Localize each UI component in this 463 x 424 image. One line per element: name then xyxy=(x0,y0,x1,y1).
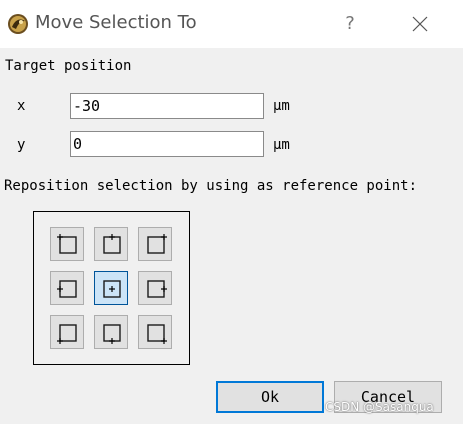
title-bar: Move Selection To ? xyxy=(0,0,463,48)
x-field[interactable] xyxy=(70,93,264,119)
anchor-square-icon xyxy=(147,324,167,344)
anchor-square-icon xyxy=(57,324,77,344)
anchor-square-icon xyxy=(147,234,167,254)
reference-point-grid xyxy=(33,211,190,365)
x-label: x xyxy=(17,98,26,114)
watermark: CSDN @Sasanqua xyxy=(325,400,434,414)
app-logo-icon xyxy=(8,14,28,34)
y-label: y xyxy=(17,137,26,153)
ref-point-top-right[interactable] xyxy=(138,227,172,261)
ref-point-top-center[interactable] xyxy=(94,227,128,261)
ref-point-middle-right[interactable] xyxy=(138,271,172,305)
ref-point-bottom-right[interactable] xyxy=(138,315,172,349)
anchor-square-icon xyxy=(57,234,77,254)
x-unit: µm xyxy=(273,98,290,114)
y-unit: µm xyxy=(273,137,290,153)
y-field[interactable] xyxy=(70,131,264,157)
target-position-heading: Target position xyxy=(5,58,132,74)
anchor-square-icon xyxy=(103,280,121,298)
ref-point-center[interactable] xyxy=(94,271,128,305)
ref-point-bottom-left[interactable] xyxy=(50,315,84,349)
anchor-square-icon xyxy=(103,324,121,344)
close-icon xyxy=(412,16,428,32)
help-button[interactable]: ? xyxy=(333,10,367,38)
reference-point-heading: Reposition selection by using as referen… xyxy=(4,178,418,194)
anchor-square-icon xyxy=(103,234,121,254)
ref-point-top-left[interactable] xyxy=(50,227,84,261)
close-button[interactable] xyxy=(400,10,440,38)
ref-point-bottom-center[interactable] xyxy=(94,315,128,349)
anchor-square-icon xyxy=(57,280,77,298)
ref-point-middle-left[interactable] xyxy=(50,271,84,305)
ok-button[interactable]: Ok xyxy=(216,381,324,413)
anchor-square-icon xyxy=(147,280,167,298)
window-title: Move Selection To xyxy=(35,12,197,33)
